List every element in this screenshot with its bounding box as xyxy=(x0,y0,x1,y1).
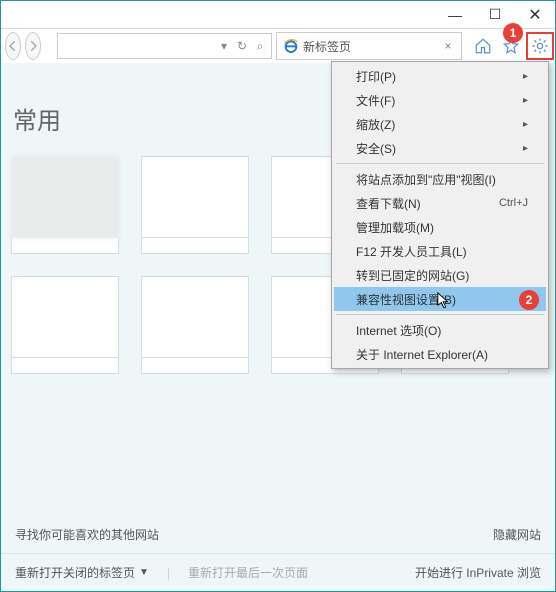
callout-2: 2 xyxy=(519,290,539,310)
menu-item-label: Internet 选项(O) xyxy=(356,322,441,339)
address-bar[interactable]: ▾ ↻ ⌕ xyxy=(57,33,272,59)
chevron-down-icon: ▼ xyxy=(139,567,149,578)
tile[interactable] xyxy=(11,276,119,374)
menu-item[interactable]: 文件(F) xyxy=(334,88,546,112)
menu-item[interactable]: 转到已固定的网站(G) xyxy=(334,263,546,287)
search-icon[interactable]: ⌕ xyxy=(253,39,267,53)
menu-item-label: 安全(S) xyxy=(356,140,396,157)
arrow-right-icon xyxy=(26,39,40,53)
menu-item[interactable]: 关于 Internet Explorer(A) xyxy=(334,342,546,366)
reopen-tabs-link[interactable]: 重新打开关闭的标签页▼ xyxy=(15,564,149,581)
menu-item[interactable]: 管理加载项(M) xyxy=(334,215,546,239)
tile[interactable] xyxy=(141,156,249,254)
home-icon xyxy=(474,37,492,55)
tile[interactable] xyxy=(11,156,119,254)
tab-title: 新标签页 xyxy=(303,38,437,55)
tools-button[interactable] xyxy=(526,32,554,60)
menu-item-label: 管理加载项(M) xyxy=(356,219,434,236)
menu-item-label: 查看下载(N) xyxy=(356,195,421,212)
menu-item[interactable]: Internet 选项(O) xyxy=(334,318,546,342)
menu-item[interactable]: 查看下载(N) Ctrl+J xyxy=(334,191,546,215)
gear-icon xyxy=(531,37,549,55)
menu-item-label: 打印(P) xyxy=(356,68,396,85)
menu-item-label: 转到已固定的网站(G) xyxy=(356,267,469,284)
inprivate-link[interactable]: 开始进行 InPrivate 浏览 xyxy=(415,564,541,581)
menu-item-label: 缩放(Z) xyxy=(356,116,395,133)
cursor-icon xyxy=(437,292,451,310)
browser-toolbar: ▾ ↻ ⌕ 新标签页 × xyxy=(1,29,555,63)
forward-button[interactable] xyxy=(25,32,41,60)
refresh-icon[interactable]: ↻ xyxy=(235,39,249,53)
discover-link[interactable]: 寻找你可能喜欢的其他网站 xyxy=(15,526,159,543)
menu-item[interactable]: 安全(S) xyxy=(334,136,546,160)
tile[interactable] xyxy=(141,276,249,374)
browser-tab[interactable]: 新标签页 × xyxy=(276,32,462,60)
dropdown-icon[interactable]: ▾ xyxy=(217,39,231,53)
arrow-left-icon xyxy=(6,39,20,53)
back-button[interactable] xyxy=(5,32,21,60)
menu-item[interactable]: 将站点添加到"应用"视图(I) xyxy=(334,167,546,191)
menu-item[interactable]: F12 开发人员工具(L) xyxy=(334,239,546,263)
minimize-button[interactable]: — xyxy=(435,1,475,29)
close-button[interactable]: ✕ xyxy=(515,1,555,29)
address-input[interactable] xyxy=(62,39,217,53)
home-button[interactable] xyxy=(470,33,496,59)
tab-close-icon[interactable]: × xyxy=(441,39,455,53)
menu-item-label: 文件(F) xyxy=(356,92,395,109)
menu-item-label: 将站点添加到"应用"视图(I) xyxy=(356,171,496,188)
callout-1: 1 xyxy=(503,23,523,43)
window-titlebar: — ☐ ✕ xyxy=(1,1,555,29)
menu-item-label: 关于 Internet Explorer(A) xyxy=(356,346,488,363)
ie-logo-icon xyxy=(283,38,299,54)
menu-item-label: F12 开发人员工具(L) xyxy=(356,243,467,260)
hide-sites-link[interactable]: 隐藏网站 xyxy=(493,526,541,543)
tools-menu: 打印(P) 文件(F) 缩放(Z) 安全(S) 将站点添加到"应用"视图(I) 查看下载(… xyxy=(331,61,549,369)
menu-item[interactable]: 打印(P) xyxy=(334,64,546,88)
separator: | xyxy=(167,566,170,580)
menu-item-shortcut: Ctrl+J xyxy=(499,197,528,209)
menu-item[interactable]: 缩放(Z) xyxy=(334,112,546,136)
reopen-last-link[interactable]: 重新打开最后一次页面 xyxy=(188,564,308,581)
